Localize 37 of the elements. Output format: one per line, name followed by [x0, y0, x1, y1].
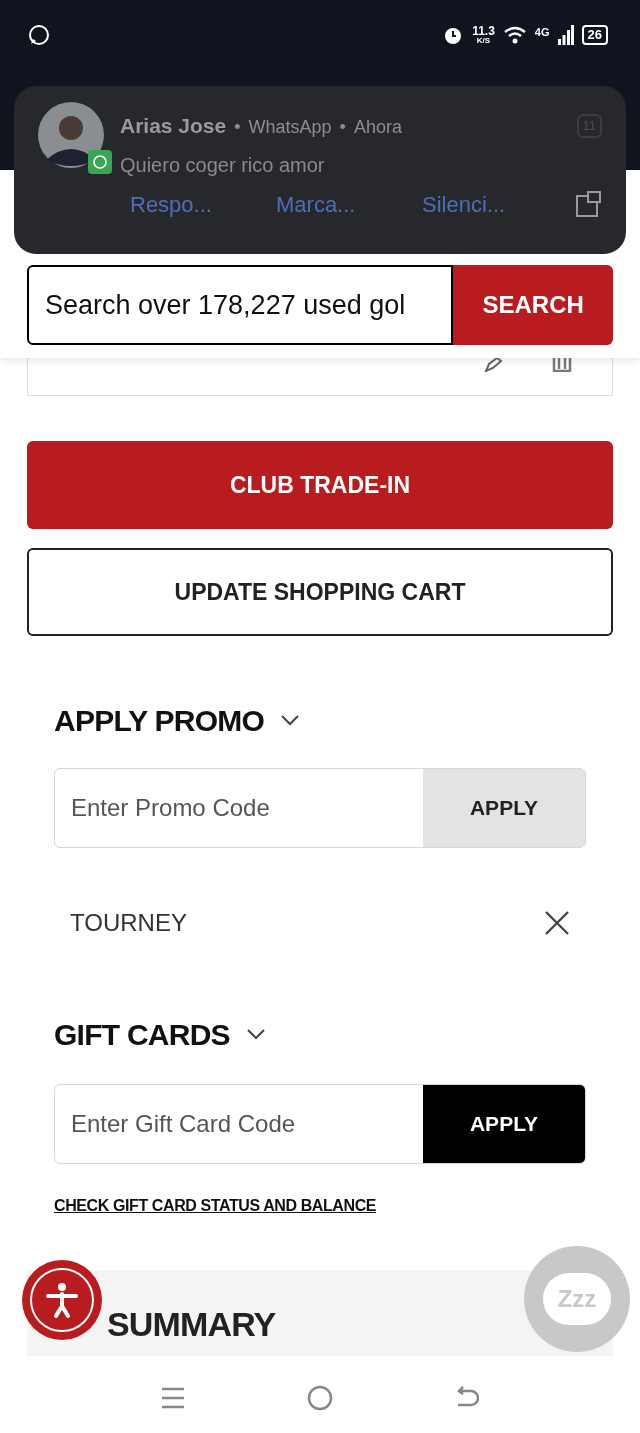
separator-dot: • [339, 116, 346, 139]
pencil-icon[interactable] [484, 358, 504, 372]
app-name: WhatsApp [248, 116, 332, 139]
close-icon[interactable] [544, 910, 570, 936]
battery-indicator: 26 [581, 25, 608, 45]
whatsapp-icon [28, 24, 50, 46]
speed-value: 11.3 [472, 25, 495, 37]
speed-unit: K/S [476, 37, 491, 45]
time-label: Ahora [353, 116, 402, 139]
section-heading: APPLY PROMO [54, 702, 265, 739]
accessibility-icon [28, 1266, 96, 1334]
promo-code-field[interactable]: Enter Promo Code APPLY [54, 768, 586, 848]
network-type: 4G [534, 25, 550, 40]
whatsapp-badge-icon [88, 150, 112, 174]
club-trade-in-button[interactable]: CLUB TRADE-IN [27, 441, 613, 529]
signal-icon [557, 25, 574, 45]
menu-icon[interactable] [161, 1386, 185, 1410]
search-button[interactable]: SEARCH [453, 265, 613, 345]
apply-button[interactable]: APPLY [423, 769, 585, 847]
apply-button[interactable]: APPLY [423, 1085, 585, 1163]
gift-card-balance-link[interactable]: CHECK GIFT CARD STATUS AND BALANCE [54, 1194, 586, 1218]
expand-window-icon[interactable] [576, 191, 602, 217]
applied-promo-code: TOURNEY [70, 908, 187, 938]
separator-dot: • [234, 116, 241, 139]
gift-card-field[interactable]: Enter Gift Card Code APPLY [54, 1084, 586, 1164]
avatar [38, 102, 104, 168]
chevron-icon[interactable] [245, 1028, 266, 1040]
wifi-icon [502, 25, 527, 45]
search-field[interactable]: Search over 178,227 used gol [27, 265, 454, 345]
sender-name: Arias Jose [120, 113, 227, 139]
home-icon[interactable] [307, 1385, 333, 1411]
summary-heading: SUMMARY [107, 1304, 276, 1345]
section-heading: GIFT CARDS [54, 1016, 230, 1053]
trash-icon[interactable] [552, 358, 572, 372]
message-text: Quiero coger rico amor [120, 152, 326, 178]
chevron-icon[interactable] [280, 714, 301, 726]
update-cart-button[interactable]: UPDATE SHOPPING CART [27, 548, 613, 636]
